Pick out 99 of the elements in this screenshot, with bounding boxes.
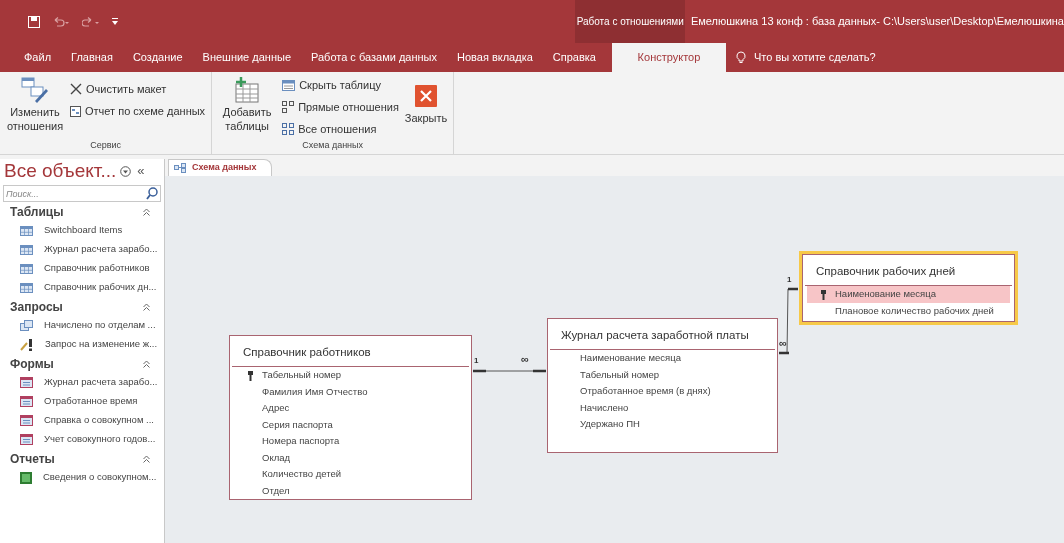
close-icon [415, 85, 438, 107]
relationship-icon [282, 101, 295, 113]
ribbon-tab[interactable]: Справка [542, 43, 606, 72]
nav-item[interactable]: Журнал расчета зарабо... [0, 373, 164, 392]
table-field[interactable]: Наименование месяца [807, 286, 1010, 303]
relationship-line[interactable] [472, 369, 547, 373]
collapse-icon[interactable] [143, 360, 150, 368]
nav-item[interactable]: Справочник рабочих дн... [0, 278, 164, 297]
cardinality-label: 1 [787, 275, 792, 284]
table-title[interactable]: Журнал расчета заработной платы [550, 319, 775, 351]
relationships-icon [174, 163, 186, 173]
cardinality-label: ∞ [779, 337, 787, 349]
ribbon-tab[interactable]: Новая вкладка [447, 43, 543, 72]
ribbon-button[interactable]: Скрыть таблицу [280, 75, 401, 95]
nav-item[interactable]: Начислено по отделам ... [0, 316, 164, 335]
collapse-button[interactable]: « [137, 161, 145, 181]
collapse-icon[interactable] [143, 455, 150, 463]
table-field[interactable]: Фамилия Имя Отчество [234, 383, 467, 401]
ribbon-group-label: Сервис [90, 138, 121, 152]
table-icon [20, 225, 33, 236]
ribbon-tab[interactable]: Внешние данные [192, 43, 301, 72]
ribbon-tab[interactable]: Конструктор [611, 43, 726, 72]
nav-group-header[interactable]: Формы [0, 355, 164, 373]
report-icon [70, 105, 81, 117]
document-tab[interactable]: Схема данных [168, 159, 272, 176]
relationship-line[interactable] [778, 287, 799, 355]
table-box[interactable]: Журнал расчета заработной платы Наименование месяца Табельный номер Отработанное время (в днях) Начислено Удержано ПН [547, 318, 778, 453]
table-field[interactable]: Плановое количество рабочих дней [807, 302, 1010, 320]
undo-icon[interactable] [52, 16, 70, 27]
collapse-icon[interactable] [143, 303, 150, 311]
redo-icon[interactable] [82, 16, 100, 27]
key-icon [821, 289, 826, 300]
ribbon-button[interactable]: Очистить макет [68, 79, 208, 99]
table-field[interactable]: Оклад [234, 449, 467, 467]
x-icon [70, 83, 82, 95]
ribbon-button[interactable]: Прямые отношения [280, 97, 401, 117]
nav-item[interactable]: Журнал расчета зарабо... [0, 240, 164, 259]
table-field[interactable]: Адрес [234, 400, 467, 417]
table-field[interactable]: Серия паспорта [234, 416, 467, 434]
nav-item[interactable]: Switchboard Items [0, 221, 164, 240]
key-icon [248, 370, 253, 381]
nav-item[interactable]: Сведения о совокупном... [0, 468, 164, 487]
ribbon-button[interactable]: Все отношения [280, 119, 401, 139]
table-icon [20, 263, 33, 274]
pencil-exclamation-icon [20, 338, 34, 351]
table-field[interactable]: Удержано ПН [552, 416, 773, 433]
collapse-icon[interactable] [143, 208, 150, 216]
ribbon-button[interactable]: Закрыть [402, 75, 450, 125]
customize-icon[interactable] [112, 18, 118, 25]
nav-item[interactable]: Справочник работников [0, 259, 164, 278]
table-field[interactable]: Отработанное время (в днях) [552, 383, 773, 400]
lightbulb-icon [735, 51, 746, 64]
table-field[interactable]: Наименование месяца [552, 350, 773, 367]
tell-me-field[interactable]: Что вы хотите сделать? [753, 49, 876, 66]
table-field[interactable]: Начислено [552, 399, 773, 417]
ribbon-button[interactable]: Отчет по схеме данных [68, 101, 208, 121]
ribbon-button[interactable]: Добавить таблицы [216, 75, 279, 133]
table-icon [20, 282, 33, 293]
relationships-icon [282, 123, 295, 135]
search-field[interactable]: Поиск... [3, 185, 161, 202]
nav-item[interactable]: Справка о совокупном ... [0, 411, 164, 430]
edit-relationships-icon [21, 77, 49, 103]
form-icon [20, 396, 33, 407]
save-icon[interactable] [28, 15, 40, 28]
cardinality-label: 1 [474, 356, 479, 365]
nav-group-header[interactable]: Таблицы [0, 203, 164, 221]
table-box[interactable]: Справочник рабочих дней Наименование месяца Плановое количество рабочих дней [799, 251, 1018, 325]
table-field[interactable]: Номера паспорта [234, 433, 467, 450]
table-field[interactable]: Отдел [234, 482, 467, 500]
query-icon [20, 320, 33, 331]
form-icon [20, 434, 33, 445]
nav-group-header[interactable]: Отчеты [0, 450, 164, 468]
table-field[interactable]: Количество детей [234, 466, 467, 483]
ribbon-group-label: Схема данных [302, 139, 364, 152]
table-box[interactable]: Справочник работников Табельный номер Фамилия Имя Отчество Адрес Серия паспорта Номера паспорта Оклад Количество детей Отдел [229, 335, 472, 500]
table-field[interactable]: Табельный номер [234, 367, 467, 384]
table-field[interactable]: Табельный номер [552, 366, 773, 384]
ribbon-button[interactable]: Изменить отношения [4, 75, 66, 133]
ribbon-tab[interactable]: Главная [61, 43, 123, 72]
nav-group-header[interactable]: Запросы [0, 298, 164, 316]
report-icon [20, 471, 32, 484]
ribbon-tab[interactable]: Файл [14, 43, 62, 72]
table-icon [20, 244, 33, 255]
nav-pane-title: Все объект... [4, 158, 117, 183]
window-title: Емелюшкина 13 конф : база данных- C:\Users\user\Desktop\Емелюшкина [689, 14, 1064, 30]
table-icon [282, 79, 296, 91]
nav-item[interactable]: Отработанное время [0, 392, 164, 411]
form-icon [20, 415, 33, 426]
ribbon-tab[interactable]: Работа с базами данных [301, 43, 447, 72]
cardinality-label: ∞ [521, 353, 529, 365]
ribbon-tab[interactable]: Создание [122, 43, 193, 72]
context-tab-label: Работа с отношениями [575, 0, 685, 43]
form-icon [20, 377, 33, 388]
search-icon[interactable] [146, 187, 158, 200]
table-title[interactable]: Справочник работников [232, 336, 469, 368]
nav-item[interactable]: Запрос на изменение ж... [0, 335, 164, 354]
dropdown-icon[interactable] [120, 165, 132, 177]
nav-item[interactable]: Учет совокупного годов... [0, 430, 164, 449]
add-table-icon [233, 77, 262, 103]
